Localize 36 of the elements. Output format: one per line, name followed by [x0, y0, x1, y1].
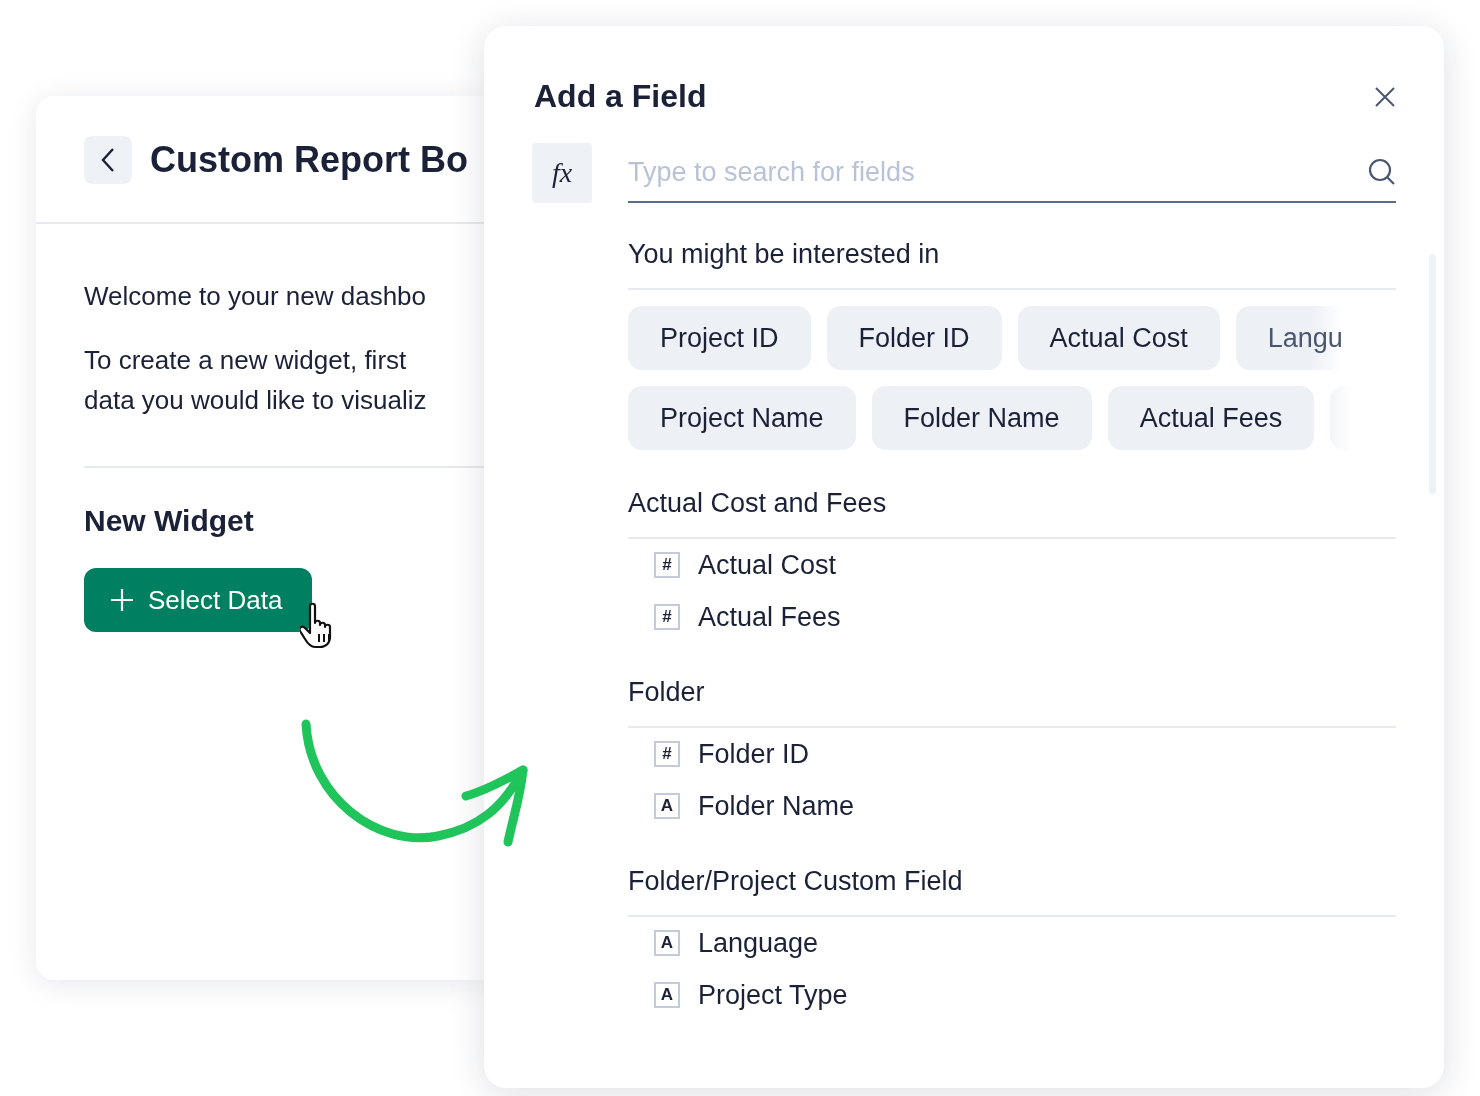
field-type-icon: #: [654, 741, 680, 767]
field-type-icon: #: [654, 552, 680, 578]
field-item[interactable]: Folder Name: [698, 790, 855, 822]
back-button[interactable]: [84, 136, 132, 184]
dashboard-title: Custom Report Bo: [150, 139, 468, 181]
field-chip[interactable]: Project Name: [628, 386, 856, 450]
field-chip[interactable]: Actual Cost: [1017, 306, 1220, 370]
chevron-left-icon: [100, 147, 116, 173]
field-item[interactable]: Language: [698, 927, 819, 959]
group-heading: You might be interested in: [628, 239, 1396, 290]
group-heading: Folder: [628, 677, 1396, 728]
group-heading: Folder/Project Custom Field: [628, 866, 1396, 917]
field-type-icon: A: [654, 930, 680, 956]
field-type-icon: A: [654, 793, 680, 819]
formula-button[interactable]: fx: [532, 143, 592, 203]
field-item[interactable]: Project Type: [698, 979, 848, 1011]
field-chip[interactable]: Project ID: [628, 306, 811, 370]
field-item[interactable]: Actual Cost: [698, 549, 837, 581]
search-icon: [1368, 158, 1396, 186]
field-type-icon: #: [654, 604, 680, 630]
group-heading: Actual Cost and Fees: [628, 488, 1396, 539]
select-data-button[interactable]: Select Data: [84, 568, 313, 632]
field-chip[interactable]: Folder Name: [871, 386, 1092, 450]
field-chip[interactable]: Langu: [1235, 306, 1343, 370]
field-type-icon: A: [654, 982, 680, 1008]
field-chip[interactable]: Actual Fees: [1107, 386, 1315, 450]
field-item[interactable]: Folder ID: [698, 738, 810, 770]
instruction-text: To create a new widget, first data you would like to visualiz: [84, 344, 428, 417]
field-item[interactable]: Actual Fees: [698, 601, 841, 633]
plus-icon: [110, 588, 134, 612]
section-heading: New Widget: [84, 504, 255, 538]
close-icon[interactable]: [1374, 85, 1396, 108]
search-field[interactable]: Type to search for fields: [628, 156, 1368, 188]
field-chip[interactable]: Folder ID: [826, 306, 1002, 370]
welcome-text: Welcome to your new dashbo: [84, 280, 428, 313]
panel-title: Add a Field: [534, 78, 707, 115]
